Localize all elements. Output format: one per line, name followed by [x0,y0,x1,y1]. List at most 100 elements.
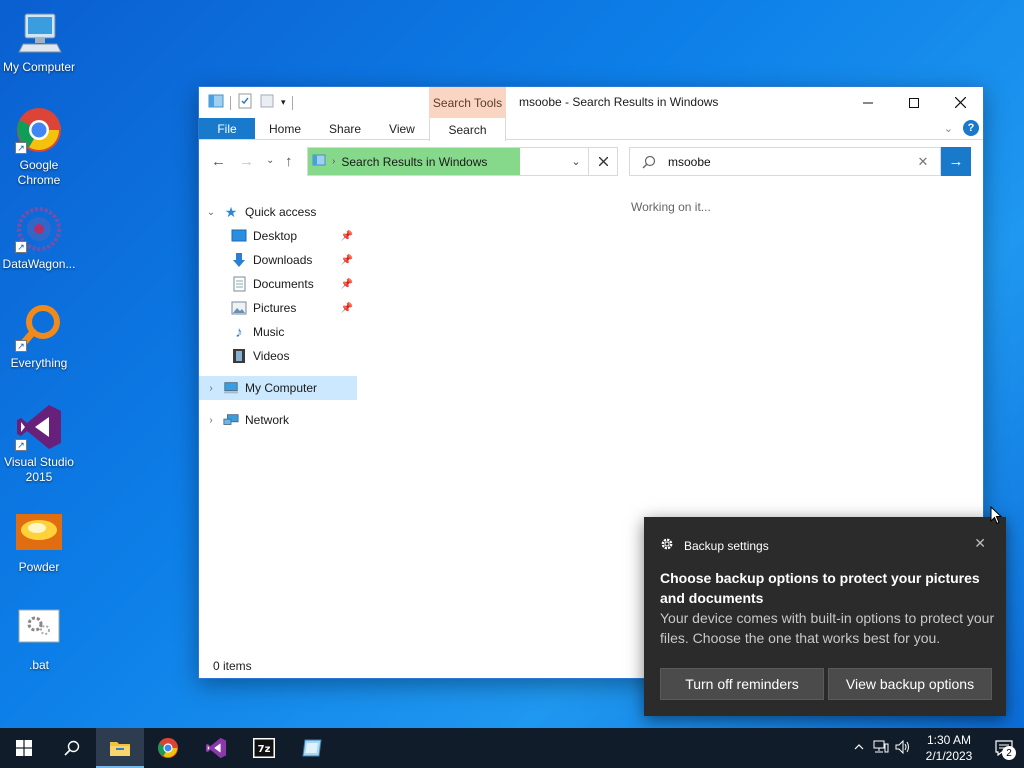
tree-item-label: Downloads [253,253,313,267]
tree-item-pictures[interactable]: Pictures 📌 [199,296,357,320]
expand-ribbon-chevron-icon[interactable]: ⌄ [944,122,953,135]
desktop-icon-datawagon[interactable]: ↗ DataWagon... [0,205,78,272]
clear-search-icon[interactable]: ✕ [908,154,938,170]
notification-count-badge: 2 [1002,746,1016,760]
search-tools-context-label: Search Tools [429,87,506,118]
desktop-icon-powder[interactable]: Powder [0,508,78,575]
start-button[interactable] [0,728,48,768]
address-path[interactable]: Search Results in Windows [341,155,487,169]
tab-file[interactable]: File [199,118,255,139]
back-arrow-icon[interactable]: ← [211,153,226,170]
taskbar-notepad-app[interactable] [288,728,336,768]
gear-icon [660,537,674,554]
desktop-icon-bat[interactable]: .bat [0,606,78,673]
show-hidden-icons-chevron-icon[interactable] [848,741,870,755]
help-icon[interactable]: ? [963,120,979,136]
toast-header: Backup settings [660,537,769,554]
tab-home[interactable]: Home [255,118,315,139]
volume-icon[interactable] [892,739,914,757]
search-box[interactable]: ✕ [629,147,941,176]
ribbon-right-controls: ⌄ ? [944,120,979,136]
desktop-icon-everything[interactable]: ↗ Everything [0,304,78,371]
shortcut-arrow-icon: ↗ [15,241,27,253]
tree-item-videos[interactable]: Videos [199,344,357,368]
network-status-icon[interactable] [870,740,892,757]
tree-item-label: Documents [253,277,314,291]
clock-time: 1:30 AM [926,733,972,747]
computer-icon [15,8,63,56]
tree-item-network[interactable]: › Network [199,408,357,432]
desktop-icon-visual-studio[interactable]: ↗ Visual Studio 2015 [0,403,78,485]
properties-icon[interactable] [237,93,253,112]
pin-icon[interactable]: 📌 [341,255,353,266]
desktop-icon-label: .bat [28,658,49,672]
breadcrumb-separator-icon: › [332,156,336,167]
view-backup-options-button[interactable]: View backup options [828,668,992,700]
search-status-message: Working on it... [631,200,711,214]
desktop-icon-label: Google Chrome [17,158,61,187]
tree-item-label: My Computer [245,381,318,395]
desktop-icon-google-chrome[interactable]: ↗ Google Chrome [0,106,78,188]
toast-close-icon[interactable]: ✕ [974,535,986,552]
desktop-icon-my-computer[interactable]: My Computer [0,8,78,75]
tree-item-label: Videos [253,349,290,363]
maximize-button[interactable] [891,87,937,118]
tree-item-music[interactable]: ♪ Music [199,320,357,344]
taskbar-clock[interactable]: 1:30 AM 2/1/2023 [914,732,984,764]
close-button[interactable] [937,87,983,118]
taskbar-chrome[interactable] [144,728,192,768]
taskbar-visual-studio[interactable] [192,728,240,768]
clock-date: 2/1/2023 [925,749,973,763]
tree-item-quick-access[interactable]: ⌄ ★ Quick access [199,200,357,224]
recent-locations-chevron-icon[interactable]: ⌄ [266,155,274,166]
taskbar-search-button[interactable] [48,728,96,768]
everything-search-icon: ↗ [15,304,63,352]
toast-body: Your device comes with built-in options … [660,610,995,646]
taskbar-7zip[interactable]: 7z [240,728,288,768]
desktop-icon-label: Powder [18,560,60,574]
new-folder-icon[interactable] [259,93,275,112]
desktop-folder-icon [231,228,247,244]
tree-item-documents[interactable]: Documents 📌 [199,272,357,296]
stop-search-button[interactable] [589,147,618,176]
pin-icon[interactable]: 📌 [341,303,353,314]
powder-icon [15,508,63,556]
up-arrow-icon[interactable]: ↑ [285,153,293,170]
shortcut-arrow-icon: ↗ [15,142,27,154]
address-history-chevron-icon[interactable]: ⌄ [564,155,588,168]
customize-qat-chevron-icon[interactable]: ▾ [281,97,286,108]
address-bar[interactable]: › Search Results in Windows ⌄ [307,147,589,176]
collapse-chevron-icon[interactable]: ⌄ [199,207,223,218]
batch-file-gear-icon [15,606,63,654]
forward-arrow-icon[interactable]: → [239,153,254,170]
expand-chevron-icon[interactable]: › [199,415,223,426]
minimize-button[interactable] [845,87,891,118]
expand-chevron-icon[interactable]: › [199,383,223,394]
tab-search[interactable]: Search [429,118,506,141]
window-title: msoobe - Search Results in Windows [519,95,719,109]
svg-text:7z: 7z [258,744,271,755]
system-tray: 1:30 AM 2/1/2023 2 [848,728,1024,768]
search-input[interactable] [668,154,908,169]
pin-icon[interactable]: 📌 [341,279,353,290]
tree-item-downloads[interactable]: Downloads 📌 [199,248,357,272]
picture-icon [231,300,247,316]
tree-item-my-computer[interactable]: › My Computer [199,376,357,400]
shortcut-arrow-icon: ↗ [15,439,27,451]
backup-notification-toast[interactable]: Backup settings ✕ Choose backup options … [644,517,1006,716]
quick-access-toolbar: ▾ [199,87,293,118]
search-go-button[interactable]: → [941,147,971,176]
music-note-icon: ♪ [235,323,243,341]
taskbar-file-explorer[interactable] [96,728,144,768]
action-center-button[interactable]: 2 [984,728,1024,768]
turn-off-reminders-button[interactable]: Turn off reminders [660,668,824,700]
pin-icon[interactable]: 📌 [341,231,353,242]
toolbar-separator [291,95,293,110]
title-bar[interactable]: ▾ Search Tools msoobe - Search Results i… [199,87,983,118]
tab-share[interactable]: Share [315,118,375,139]
ribbon-tabs: File Home Share View Search ⌄ ? [199,118,983,141]
toolbar-separator [230,95,231,110]
tab-view[interactable]: View [375,118,429,139]
tree-item-desktop[interactable]: Desktop 📌 [199,224,357,248]
star-icon: ★ [224,203,238,220]
